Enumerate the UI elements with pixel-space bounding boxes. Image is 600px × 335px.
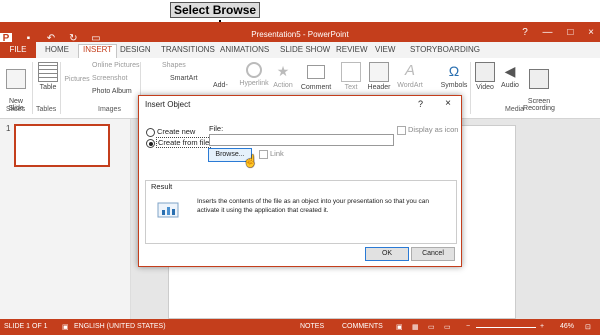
- comment-icon: [307, 65, 325, 79]
- notes-button[interactable]: NOTES: [300, 323, 324, 330]
- cancel-button[interactable]: Cancel: [411, 247, 455, 261]
- slide-sorter-icon[interactable]: ▦: [412, 323, 419, 331]
- header-footer-icon: [369, 62, 389, 82]
- minimize-icon[interactable]: —: [543, 27, 553, 38]
- status-language[interactable]: ENGLISH (UNITED STATES): [74, 323, 166, 330]
- group-label-media: Media: [505, 106, 525, 113]
- create-new-radio[interactable]: [146, 128, 155, 137]
- insert-object-dialog: Insert Object ? × Create new Create from…: [138, 95, 462, 267]
- pictures-button[interactable]: Pictures: [63, 76, 91, 83]
- textbox-icon: [341, 62, 361, 82]
- create-from-file-radio[interactable]: [146, 139, 155, 148]
- status-slide-count: SLIDE 1 OF 1: [4, 323, 48, 330]
- zoom-level[interactable]: 46%: [560, 323, 574, 330]
- tab-view[interactable]: VIEW: [375, 45, 395, 54]
- comments-button[interactable]: COMMENTS: [342, 323, 383, 330]
- video-icon: [475, 62, 495, 82]
- screen-recording-button[interactable]: Screen Recording: [522, 62, 556, 112]
- help-icon[interactable]: ?: [522, 27, 528, 38]
- group-label-images: Images: [98, 106, 121, 113]
- ok-button[interactable]: OK: [365, 247, 409, 261]
- tab-review[interactable]: REVIEW: [336, 45, 368, 54]
- group-separator: [60, 62, 61, 114]
- status-bar: SLIDE 1 OF 1 ▣ ENGLISH (UNITED STATES) N…: [0, 319, 600, 335]
- tab-insert[interactable]: INSERT: [78, 44, 118, 58]
- result-description: Inserts the contents of the file as an o…: [197, 198, 429, 214]
- spelling-icon[interactable]: ▣: [62, 323, 69, 331]
- audio-button[interactable]: ◀ Audio: [499, 62, 521, 89]
- maximize-icon[interactable]: □: [567, 27, 573, 38]
- link-label: Link: [270, 149, 284, 158]
- dialog-title: Insert Object: [145, 100, 191, 109]
- header-footer-button[interactable]: Header: [366, 62, 392, 91]
- tab-slide-show[interactable]: SLIDE SHOW: [280, 45, 330, 54]
- audio-speaker-icon: ◀: [504, 63, 516, 79]
- fit-to-window-icon[interactable]: ⊡: [585, 323, 591, 331]
- dialog-close-icon[interactable]: ×: [445, 98, 451, 109]
- slideshow-view-icon[interactable]: ▭: [444, 323, 451, 331]
- addins-button[interactable]: Add-: [213, 82, 228, 89]
- display-as-icon-checkbox[interactable]: [397, 126, 406, 135]
- wordart-button[interactable]: A WordArt: [396, 62, 424, 89]
- result-label: Result: [149, 182, 175, 191]
- file-path-input[interactable]: [209, 134, 394, 146]
- tab-home[interactable]: HOME: [45, 45, 69, 54]
- zoom-out-icon[interactable]: −: [466, 323, 470, 330]
- text-button[interactable]: Text: [341, 62, 361, 91]
- normal-view-icon[interactable]: ▣: [396, 323, 403, 331]
- window-controls: ? — □ ×: [510, 27, 594, 38]
- slide-number: 1: [6, 124, 11, 133]
- table-icon: [38, 62, 58, 82]
- zoom-in-icon[interactable]: +: [540, 323, 544, 330]
- tab-file[interactable]: FILE: [0, 42, 36, 58]
- create-new-label[interactable]: Create new: [157, 127, 195, 136]
- tab-design[interactable]: DESIGN: [120, 45, 151, 54]
- symbols-button[interactable]: Ω Symbols: [440, 62, 468, 89]
- mouse-pointer-icon: ☝: [243, 154, 258, 168]
- hyperlink-icon: [246, 62, 262, 78]
- annotation-label: Select Browse: [170, 2, 261, 18]
- hyperlink-button[interactable]: Hyperlink: [238, 62, 270, 87]
- display-as-icon-label: Display as icon: [408, 125, 459, 134]
- tab-animations[interactable]: ANIMATIONS: [220, 45, 269, 54]
- slide-thumbnail[interactable]: [14, 124, 110, 167]
- video-button[interactable]: Video: [474, 62, 496, 91]
- annotation-area: [0, 0, 600, 22]
- object-result-icon: [157, 202, 179, 218]
- create-from-file-label[interactable]: Create from file: [156, 137, 212, 148]
- table-button[interactable]: Table: [35, 62, 61, 91]
- new-slide-icon: [6, 69, 26, 89]
- online-pictures-button[interactable]: Online Pictures: [92, 62, 139, 69]
- group-separator: [32, 62, 33, 114]
- link-checkbox[interactable]: [259, 150, 268, 159]
- zoom-slider[interactable]: [476, 327, 536, 328]
- tab-storyboarding[interactable]: STORYBOARDING: [410, 45, 480, 54]
- action-star-icon: ★: [276, 63, 290, 79]
- ribbon-tabs: FILE HOME INSERT DESIGN TRANSITIONS ANIM…: [0, 42, 600, 59]
- new-slide-button[interactable]: New Slide: [3, 62, 29, 112]
- close-icon[interactable]: ×: [588, 27, 594, 38]
- screen-recording-icon: [529, 69, 549, 89]
- file-label: File:: [209, 124, 224, 133]
- photo-album-button[interactable]: Photo Album: [92, 88, 132, 95]
- wordart-icon: A: [404, 62, 415, 79]
- omega-icon: Ω: [448, 63, 460, 79]
- shapes-button[interactable]: Shapes: [162, 62, 186, 69]
- group-label-slides: Slides: [6, 106, 26, 113]
- comment-button[interactable]: Comment: [299, 62, 333, 91]
- group-separator: [470, 62, 471, 114]
- smartart-button[interactable]: SmartArt: [170, 75, 198, 82]
- action-button[interactable]: ★ Action: [271, 62, 295, 89]
- screenshot-button[interactable]: Screenshot: [92, 75, 127, 82]
- group-label-tables: Tables: [36, 106, 57, 113]
- reading-view-icon[interactable]: ▭: [428, 323, 435, 331]
- tab-transitions[interactable]: TRANSITIONS: [161, 45, 215, 54]
- dialog-help-icon[interactable]: ?: [418, 99, 423, 109]
